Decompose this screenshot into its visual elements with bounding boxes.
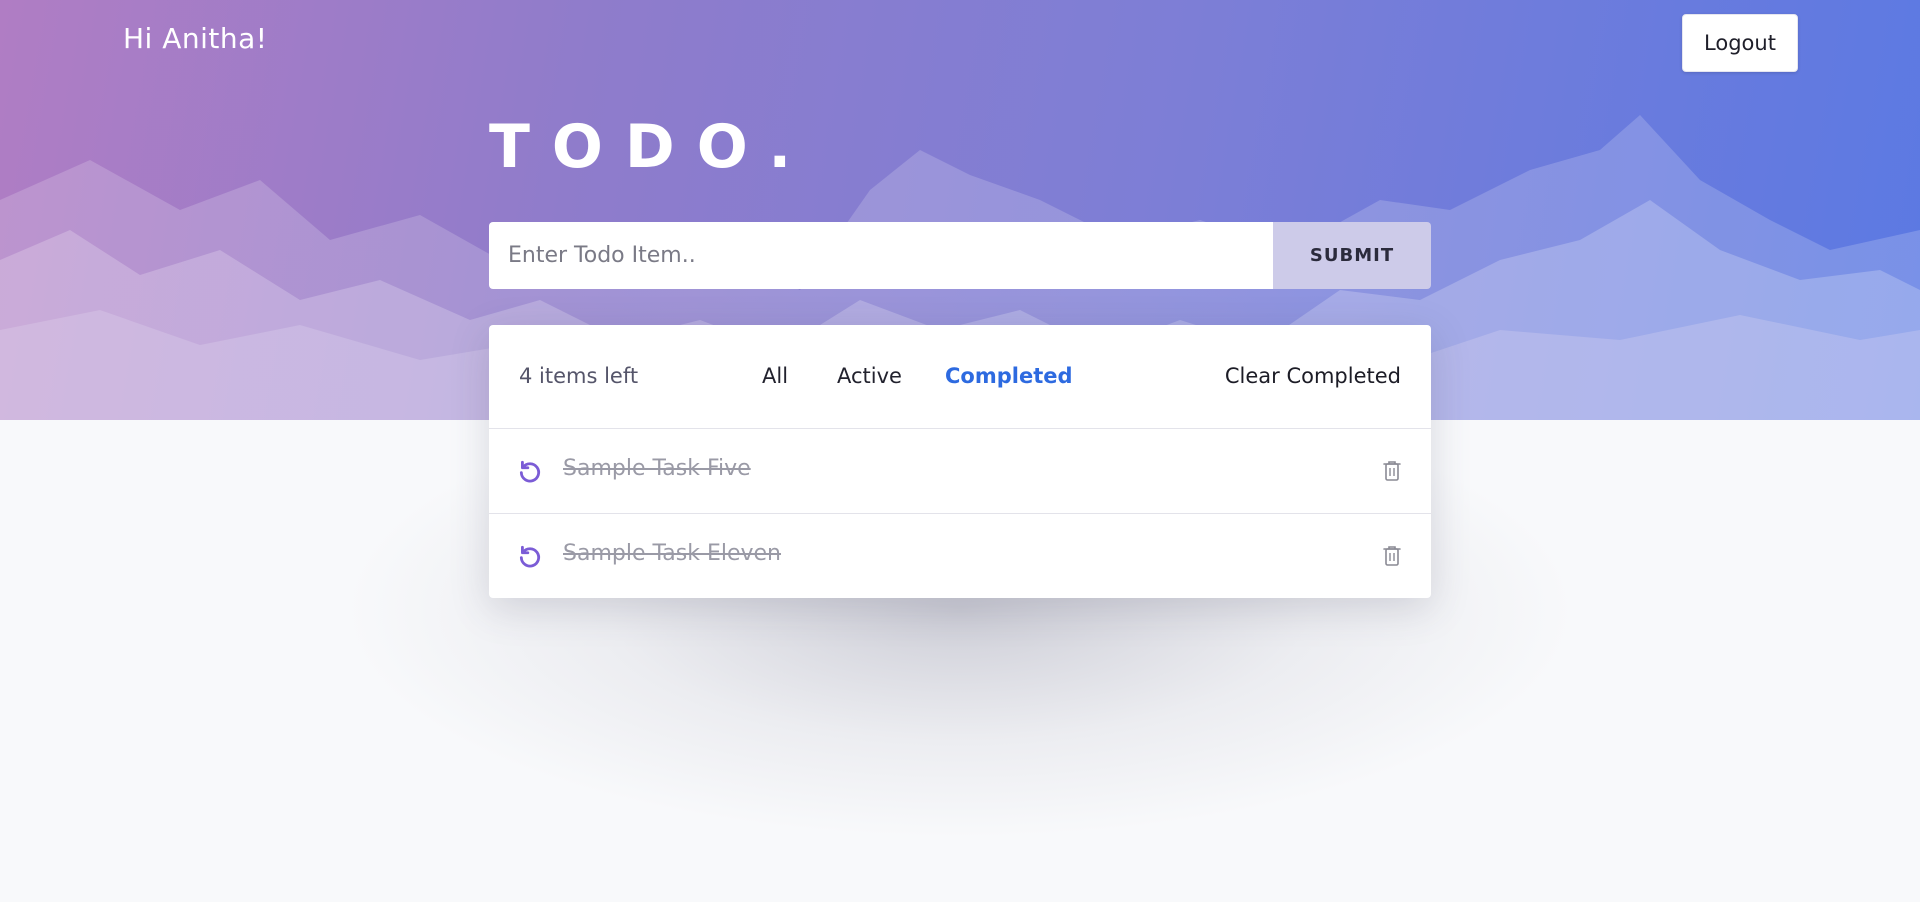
greeting-text: Hi Anitha!	[123, 22, 268, 55]
filter-all[interactable]: All	[762, 364, 788, 388]
undo-icon[interactable]	[517, 458, 543, 484]
todo-item-text: Sample Task Five	[563, 456, 751, 481]
logout-button[interactable]: Logout	[1682, 14, 1798, 72]
list-header: 4 items left All Active Completed Clear …	[489, 325, 1431, 429]
undo-icon[interactable]	[517, 543, 543, 569]
submit-button[interactable]: SUBMIT	[1273, 222, 1431, 289]
todo-entry-form: SUBMIT	[489, 222, 1431, 289]
items-left-count: 4 items left	[519, 364, 639, 388]
app-title: TODO.	[489, 112, 814, 182]
trash-icon[interactable]	[1381, 459, 1403, 483]
filter-completed[interactable]: Completed	[945, 364, 1073, 388]
todo-list-card: 4 items left All Active Completed Clear …	[489, 325, 1431, 598]
clear-completed-button[interactable]: Clear Completed	[1225, 364, 1401, 388]
todo-item-text: Sample Task Eleven	[563, 541, 782, 566]
todo-item: Sample Task Eleven	[489, 514, 1431, 598]
todo-item: Sample Task Five	[489, 429, 1431, 514]
todo-input[interactable]	[489, 222, 1273, 289]
trash-icon[interactable]	[1381, 544, 1403, 568]
filter-active[interactable]: Active	[837, 364, 902, 388]
